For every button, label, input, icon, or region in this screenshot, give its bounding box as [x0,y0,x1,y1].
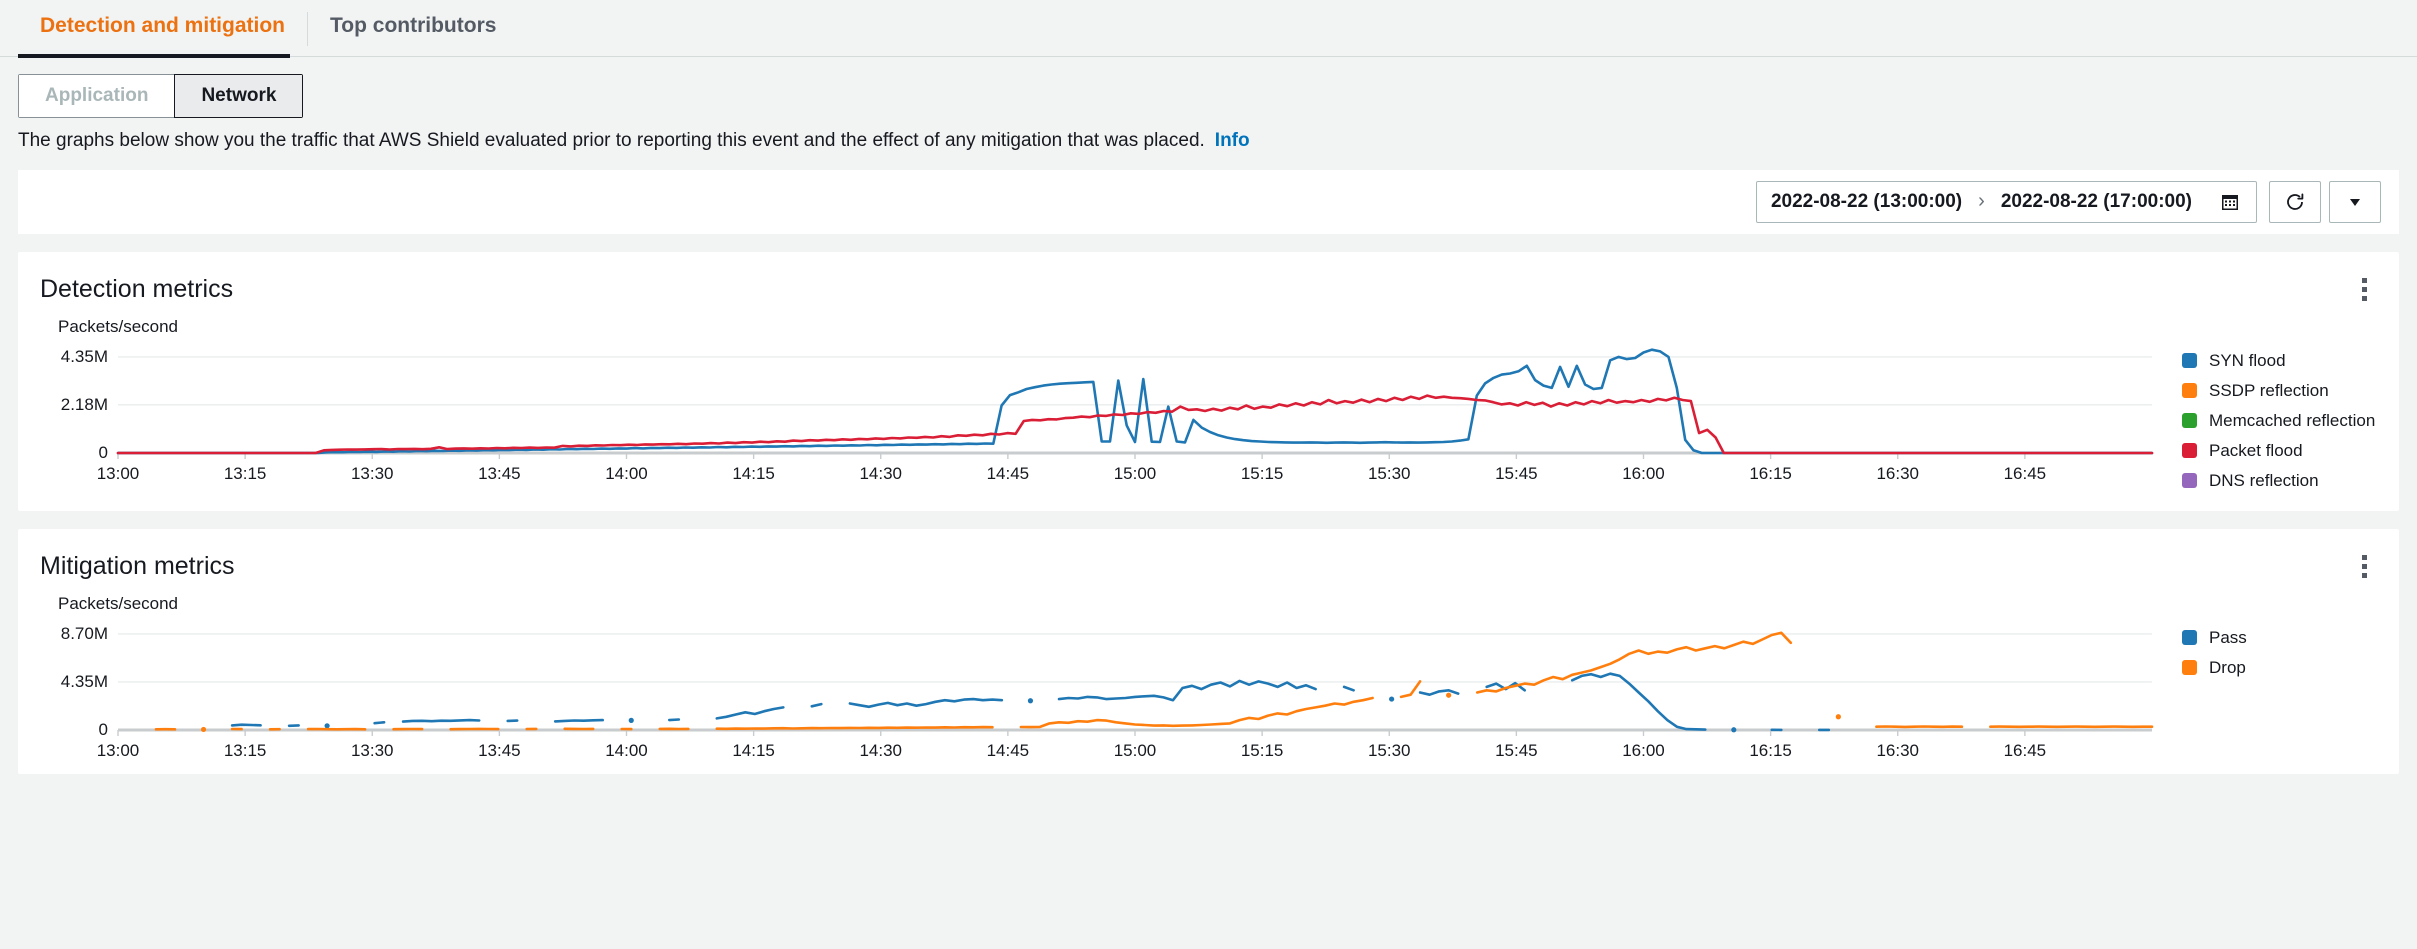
legend-item-ssdp-reflection[interactable]: SSDP reflection [2182,381,2377,401]
svg-text:15:45: 15:45 [1495,464,1538,483]
svg-text:16:45: 16:45 [2004,741,2047,760]
tabbar-rule [0,56,2417,57]
legend-swatch-drop [2182,660,2197,675]
svg-text:14:45: 14:45 [987,464,1030,483]
legend-item-memcached-reflection[interactable]: Memcached reflection [2182,411,2377,431]
svg-text:16:15: 16:15 [1749,741,1792,760]
legend-item-dns-reflection[interactable]: DNS reflection [2182,471,2377,491]
svg-text:14:15: 14:15 [732,741,775,760]
svg-text:13:00: 13:00 [97,741,140,760]
detection-plot[interactable]: 0 2.18M 4.35M 13:00 13:15 13:30 13:45 14:00 14:1… [40,337,2160,501]
svg-text:0: 0 [99,443,108,462]
mitigation-metrics-card: Mitigation metrics Packets/second 0 4.35M… [18,529,2399,774]
scope-segmented-control[interactable]: Application Network [18,74,303,118]
legend-label-ssdp-reflection: SSDP reflection [2209,381,2329,401]
legend-swatch-pass [2182,630,2197,645]
svg-text:16:00: 16:00 [1622,741,1665,760]
legend-swatch-packet-flood [2182,443,2197,458]
mitigation-card-header: Mitigation metrics [18,529,2399,588]
mitigation-card-title: Mitigation metrics [40,552,235,581]
legend-swatch-memcached-reflection [2182,413,2197,428]
svg-text:4.35M: 4.35M [61,672,108,691]
detection-metrics-card: Detection metrics Packets/second 0 2.18M 4… [18,252,2399,511]
svg-text:2.18M: 2.18M [61,395,108,414]
refresh-interval-dropdown-button[interactable] [2329,181,2381,223]
tab-top-contributors[interactable]: Top contributors [308,0,518,54]
svg-text:15:00: 15:00 [1114,464,1157,483]
svg-text:16:00: 16:00 [1622,464,1665,483]
legend-item-drop[interactable]: Drop [2182,658,2377,678]
svg-text:8.70M: 8.70M [61,624,108,643]
date-range-start[interactable]: 2022-08-22 (13:00:00) [1757,191,1976,213]
svg-text:13:15: 13:15 [224,464,267,483]
svg-text:13:45: 13:45 [478,464,521,483]
detection-plot-wrapper: 0 2.18M 4.35M 13:00 13:15 13:30 13:45 14:00 14:1… [18,337,2399,511]
active-tab-indicator [18,54,290,58]
svg-text:15:00: 15:00 [1114,741,1157,760]
legend-label-drop: Drop [2209,658,2246,678]
mitigation-plot-wrapper: 0 4.35M 8.70M 13:00 13:15 13:30 13:45 14:00 14:1… [18,614,2399,774]
primary-tabs: Detection and mitigation Top contributor… [0,0,2417,58]
svg-text:16:30: 16:30 [1876,464,1919,483]
svg-text:13:30: 13:30 [351,741,394,760]
svg-text:15:30: 15:30 [1368,741,1411,760]
svg-text:14:30: 14:30 [859,741,902,760]
svg-text:13:15: 13:15 [224,741,267,760]
legend-swatch-dns-reflection [2182,473,2197,488]
date-range-picker[interactable]: 2022-08-22 (13:00:00) › 2022-08-22 (17:0… [1756,181,2257,223]
page-description: The graphs below show you the traffic th… [0,118,2417,152]
svg-text:16:30: 16:30 [1876,741,1919,760]
refresh-button[interactable] [2269,181,2321,223]
legend-swatch-ssdp-reflection [2182,383,2197,398]
svg-text:16:15: 16:15 [1749,464,1792,483]
svg-text:4.35M: 4.35M [61,347,108,366]
mitigation-plot[interactable]: 0 4.35M 8.70M 13:00 13:15 13:30 13:45 14:00 14:1… [40,614,2160,764]
tab-detection-and-mitigation[interactable]: Detection and mitigation [18,0,307,54]
description-text: The graphs below show you the traffic th… [18,130,1205,151]
svg-text:15:15: 15:15 [1241,464,1284,483]
svg-text:14:30: 14:30 [859,464,902,483]
legend-item-syn-flood[interactable]: SYN flood [2182,351,2377,371]
legend-label-packet-flood: Packet flood [2209,441,2303,461]
toolbar-button-group [2269,181,2381,223]
svg-text:16:45: 16:45 [2004,464,2047,483]
svg-text:14:00: 14:00 [605,741,648,760]
mitigation-legend: Pass Drop [2160,614,2377,764]
detection-card-title: Detection metrics [40,275,233,304]
svg-text:14:00: 14:00 [605,464,648,483]
legend-label-pass: Pass [2209,628,2247,648]
svg-text:13:30: 13:30 [351,464,394,483]
more-options-icon[interactable] [2352,272,2377,307]
svg-text:15:15: 15:15 [1241,741,1284,760]
svg-text:13:45: 13:45 [478,741,521,760]
legend-label-syn-flood: SYN flood [2209,351,2286,371]
mitigation-y-axis-title: Packets/second [18,588,2399,614]
more-options-icon[interactable] [2352,549,2377,584]
date-range-separator-icon: › [1976,190,1987,213]
calendar-icon[interactable] [2206,192,2252,212]
legend-label-dns-reflection: DNS reflection [2209,471,2319,491]
legend-label-memcached-reflection: Memcached reflection [2209,411,2375,431]
date-range-end[interactable]: 2022-08-22 (17:00:00) [1987,191,2206,213]
svg-text:13:00: 13:00 [97,464,140,483]
detection-legend: SYN flood SSDP reflection Memcached refl… [2160,337,2377,501]
segment-network[interactable]: Network [174,74,303,118]
detection-card-header: Detection metrics [18,252,2399,311]
legend-swatch-syn-flood [2182,353,2197,368]
svg-text:15:30: 15:30 [1368,464,1411,483]
svg-text:14:45: 14:45 [987,741,1030,760]
scope-toggle-wrapper: Application Network [0,58,2417,118]
svg-text:14:15: 14:15 [732,464,775,483]
detection-y-axis-title: Packets/second [18,311,2399,337]
svg-text:15:45: 15:45 [1495,741,1538,760]
info-link[interactable]: Info [1215,130,1250,151]
svg-text:0: 0 [99,720,108,739]
legend-item-packet-flood[interactable]: Packet flood [2182,441,2377,461]
chart-toolbar: 2022-08-22 (13:00:00) › 2022-08-22 (17:0… [18,170,2399,234]
legend-item-pass[interactable]: Pass [2182,628,2377,648]
segment-application[interactable]: Application [18,74,175,118]
